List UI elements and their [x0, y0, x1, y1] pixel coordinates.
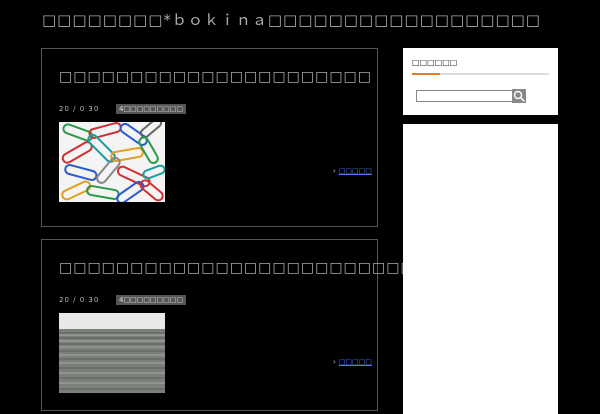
post-date: 20 / 0 30	[59, 296, 100, 304]
category-badge[interactable]: 4□□□□□□□□□	[116, 295, 186, 305]
post-card: □□□□□□□□□□□□□□□□□□□□□□□□□□□□□□□□□□□ 20 /…	[41, 239, 556, 411]
site-title[interactable]: □□□□□□□□*ｂｏｋｉｎａ□□□□□□□□□□□□□□□□□□	[42, 9, 541, 30]
read-more-label: □□□□□	[338, 358, 372, 366]
search-button[interactable]	[512, 89, 526, 103]
paperclips-image	[59, 122, 165, 202]
post-date: 20 / 0 30	[59, 105, 100, 113]
steps-image	[59, 313, 165, 393]
sidebar-widget-empty	[403, 124, 558, 414]
read-more-label: □□□□□	[338, 167, 372, 175]
read-more-link[interactable]: › □□□□□	[333, 167, 372, 175]
post-thumbnail[interactable]	[59, 122, 165, 202]
chevron-right-icon: ›	[333, 167, 336, 175]
widget-title: □□□□□□	[412, 58, 458, 67]
post-card: □□□□□□□□□□□□□□□□□□□□□□ 20 / 0 30 4□□□□□□…	[41, 48, 378, 227]
widget-divider	[412, 73, 549, 75]
post-thumbnail[interactable]	[59, 313, 165, 393]
search-input[interactable]	[416, 90, 514, 102]
chevron-right-icon: ›	[333, 358, 336, 366]
search-widget: □□□□□□	[403, 48, 558, 115]
search-icon	[513, 90, 525, 102]
category-badge[interactable]: 4□□□□□□□□□	[116, 104, 186, 114]
post-title[interactable]: □□□□□□□□□□□□□□□□□□□□□□	[59, 69, 372, 85]
read-more-link[interactable]: › □□□□□	[333, 358, 372, 366]
